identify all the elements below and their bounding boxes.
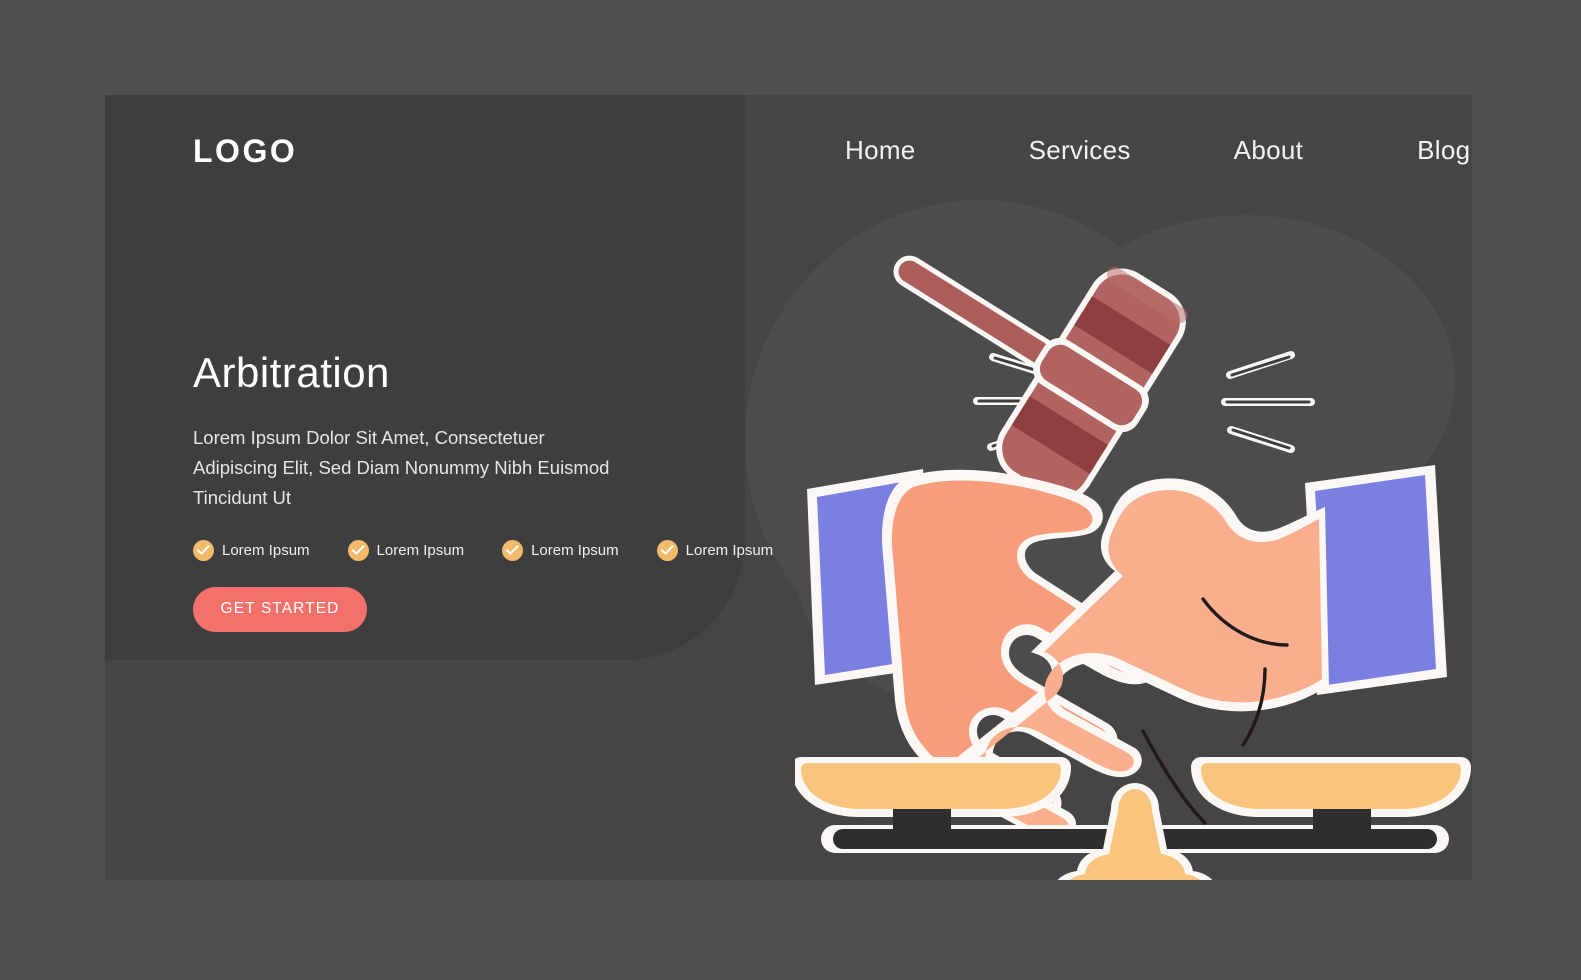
scale-pan-right	[1191, 757, 1471, 831]
feature-label: Lorem Ipsum	[685, 541, 774, 559]
feature-list: Lorem Ipsum Lorem Ipsum Lorem Ipsum Lore…	[193, 539, 773, 561]
hero-subtitle: Lorem Ipsum Dolor Sit Amet, Consectetuer…	[193, 427, 610, 509]
check-circle-icon	[193, 539, 214, 561]
feature-label: Lorem Ipsum	[222, 541, 310, 559]
nav-item-about[interactable]: About	[1234, 135, 1303, 166]
list-item: Lorem Ipsum	[347, 539, 465, 561]
page-title: Arbitration	[193, 349, 390, 396]
nav-item-services[interactable]: Services	[1029, 135, 1131, 166]
arbitration-illustration	[795, 225, 1472, 880]
get-started-button[interactable]: GET STARTED	[193, 586, 367, 632]
nav-item-blog[interactable]: Blog	[1417, 135, 1470, 166]
list-item: Lorem Ipsum	[656, 539, 774, 561]
check-circle-icon	[656, 539, 678, 561]
list-item: Lorem Ipsum	[193, 539, 310, 561]
nav-item-home[interactable]: Home	[845, 135, 916, 166]
check-circle-icon	[502, 539, 524, 561]
main-navigation: Home Services About Blog	[845, 135, 1470, 166]
screenshot-frame: LOGO Home Services About Blog Arbitratio…	[0, 0, 1581, 980]
check-circle-icon	[347, 539, 369, 561]
hero-section: Arbitration Lorem Ipsum Dolor Sit Amet, …	[193, 349, 773, 632]
gavel-icon	[893, 255, 1188, 502]
feature-label: Lorem Ipsum	[376, 541, 465, 559]
site-header: LOGO Home Services About Blog	[105, 95, 1472, 215]
list-item: Lorem Ipsum	[502, 539, 619, 561]
justice-scales-icon	[795, 757, 1471, 880]
landing-page: LOGO Home Services About Blog Arbitratio…	[105, 95, 1472, 880]
feature-label: Lorem Ipsum	[531, 541, 619, 559]
logo[interactable]: LOGO	[193, 133, 297, 170]
